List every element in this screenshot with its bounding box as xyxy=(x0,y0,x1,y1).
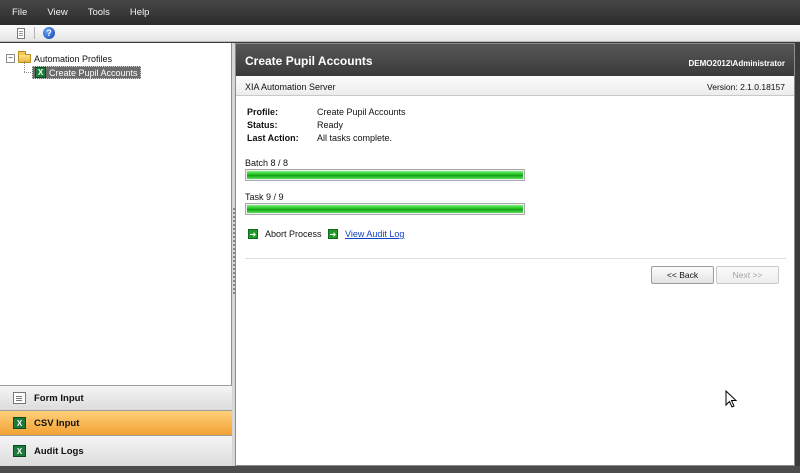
csv-icon: X xyxy=(13,417,26,429)
batch-progress-bar xyxy=(245,169,525,181)
menu-bar: File View Tools Help xyxy=(0,0,800,25)
tree-connector-vertical xyxy=(24,61,25,72)
content-divider xyxy=(245,258,786,259)
nav-audit-logs-label: Audit Logs xyxy=(34,445,84,457)
view-audit-log-label[interactable]: View Audit Log xyxy=(345,229,404,239)
nav-form-input-label: Form Input xyxy=(34,392,84,404)
selected-tree-item[interactable]: X Create Pupil Accounts xyxy=(32,66,141,79)
right-pane: Create Pupil Accounts DEMO2012\Administr… xyxy=(235,43,795,466)
form-icon xyxy=(13,392,26,404)
audit-log-icon: X xyxy=(13,445,26,457)
back-button[interactable]: << Back xyxy=(651,266,714,284)
toolbar-separator xyxy=(34,27,35,39)
nav-audit-logs[interactable]: X Audit Logs xyxy=(0,435,232,466)
abort-process-action[interactable]: ➜ Abort Process xyxy=(248,229,322,239)
tree-root-label: Automation Profiles xyxy=(34,53,113,64)
last-action-label: Last Action: xyxy=(247,133,299,143)
tree-item-label: Create Pupil Accounts xyxy=(49,67,138,78)
profile-label: Profile: xyxy=(247,107,279,117)
menu-tools[interactable]: Tools xyxy=(88,7,110,18)
panel-title: Create Pupil Accounts xyxy=(245,54,373,68)
status-value: Ready xyxy=(317,120,344,130)
profile-tree: − Automation Profiles X Create Pupil Acc… xyxy=(0,43,232,383)
current-user: DEMO2012\Administrator xyxy=(688,59,785,68)
nav-form-input[interactable]: Form Input xyxy=(0,385,232,410)
help-icon[interactable]: ? xyxy=(43,27,55,39)
document-icon[interactable] xyxy=(17,27,25,39)
server-name: XIA Automation Server xyxy=(245,82,336,92)
arrow-right-icon: ➜ xyxy=(248,229,258,239)
view-audit-log-link[interactable]: ➜ View Audit Log xyxy=(328,229,404,239)
left-pane: − Automation Profiles X Create Pupil Acc… xyxy=(0,43,232,466)
window-bottom-edge xyxy=(0,466,800,473)
abort-process-label: Abort Process xyxy=(265,229,322,239)
last-action-value: All tasks complete. xyxy=(317,133,393,143)
version-label: Version: 2.1.0.18157 xyxy=(707,82,785,92)
nav-csv-input-label: CSV Input xyxy=(34,417,80,429)
task-progress-fill xyxy=(247,205,523,213)
profile-value: Create Pupil Accounts xyxy=(317,107,406,117)
collapse-icon[interactable]: − xyxy=(6,54,15,63)
panel-header: Create Pupil Accounts DEMO2012\Administr… xyxy=(236,44,794,76)
spreadsheet-icon: X xyxy=(35,67,46,78)
task-progress-bar xyxy=(245,203,525,215)
menu-help[interactable]: Help xyxy=(130,7,150,18)
tree-connector-horizontal xyxy=(24,72,31,73)
task-progress-label: Task 9 / 9 xyxy=(245,192,284,202)
server-bar: XIA Automation Server Version: 2.1.0.181… xyxy=(236,76,794,96)
tree-root[interactable]: − Automation Profiles xyxy=(6,51,113,65)
menu-file[interactable]: File xyxy=(12,7,27,18)
menu-view[interactable]: View xyxy=(47,7,67,18)
status-label: Status: xyxy=(247,120,278,130)
tree-item-create-pupil-accounts[interactable]: X Create Pupil Accounts xyxy=(32,66,141,79)
arrow-right-icon: ➜ xyxy=(328,229,338,239)
nav-csv-input[interactable]: X CSV Input xyxy=(0,410,232,435)
help-glyph: ? xyxy=(46,28,52,38)
batch-progress-label: Batch 8 / 8 xyxy=(245,158,289,168)
batch-progress-fill xyxy=(247,171,523,179)
mouse-cursor-icon xyxy=(725,390,738,408)
next-button: Next >> xyxy=(716,266,779,284)
toolbar: ? xyxy=(0,25,800,42)
